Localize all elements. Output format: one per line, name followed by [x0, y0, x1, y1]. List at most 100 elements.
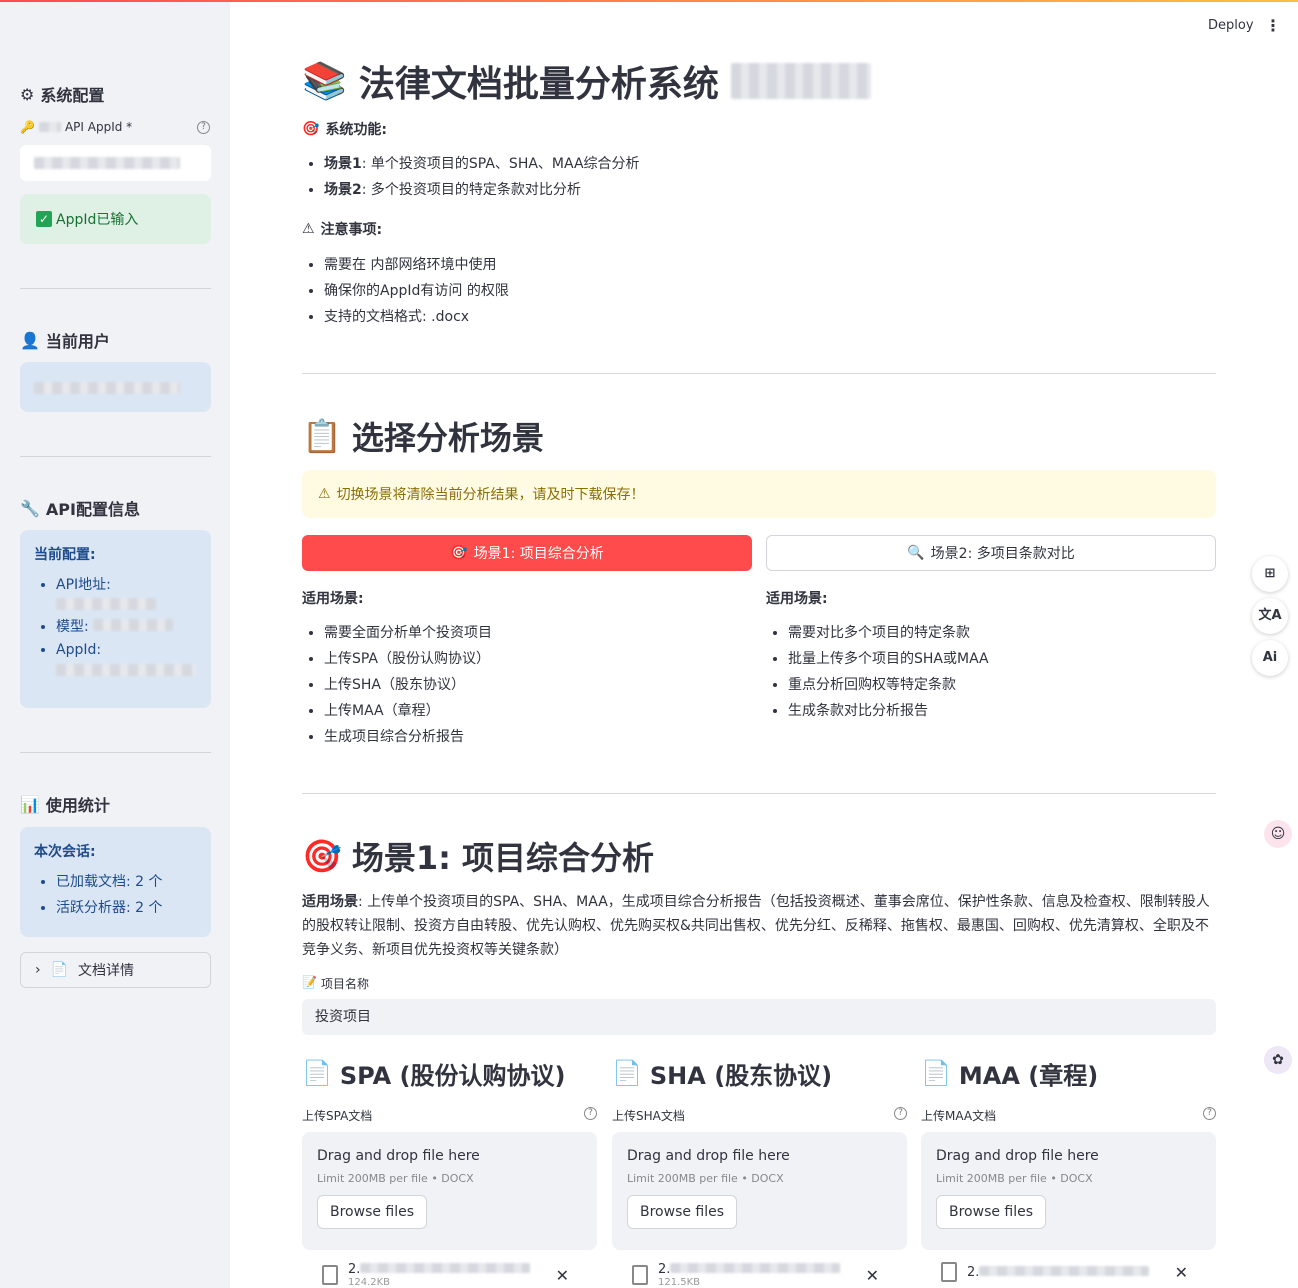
scenario1-description: 适用场景: 上传单个投资项目的SPA、SHA、MAA，生成项目综合分析报告（包括…	[302, 894, 1210, 958]
dropzone-limit: Limit 200MB per file • DOCX	[317, 1172, 474, 1185]
current-user-heading: 👤 当前用户	[20, 330, 110, 352]
target-icon: 🎯	[450, 545, 468, 561]
scenario1-applicable-heading: 适用场景:	[302, 591, 364, 607]
file-name: 2.	[658, 1262, 841, 1277]
scenario2-applicable-heading: 适用场景:	[766, 591, 828, 607]
ai-tool-button[interactable]: Ai	[1252, 640, 1288, 676]
uploaded-file-row: 2. 124.2KB ✕	[302, 1262, 597, 1288]
maa-upload-label: 上传MAA文档?	[921, 1107, 1216, 1124]
file-size: 124.2KB	[348, 1277, 391, 1288]
memo-icon: 📝	[302, 975, 317, 989]
warning-icon: ⚠	[318, 486, 331, 502]
usage-stats-box: 本次会话: 已加载文档: 2 个 活跃分析器: 2 个	[20, 827, 211, 937]
notes-list: 需要在 内部网络环境中使用 确保你的AppId有访问 的权限 支持的文档格式: …	[302, 252, 509, 330]
scenario1-button[interactable]: 🎯 场景1: 项目综合分析	[302, 535, 752, 571]
translate-tool-button[interactable]: 文A	[1252, 598, 1288, 634]
sidebar-divider	[20, 456, 211, 457]
api-info-item: API地址:	[56, 574, 197, 610]
help-icon[interactable]: ?	[197, 121, 210, 134]
document-icon: 📄	[302, 1059, 332, 1087]
system-config-heading: ⚙ 系统配置	[20, 84, 105, 106]
scenario2-applicable-list: 需要对比多个项目的特定条款 批量上传多个项目的SHA或MAA 重点分析回购权等特…	[766, 620, 989, 724]
section-divider	[302, 373, 1216, 374]
doc-details-expander[interactable]: › 📄 文档详情	[20, 952, 211, 988]
sha-dropzone[interactable]: Drag and drop file here Limit 200MB per …	[612, 1132, 907, 1250]
scenario2-button[interactable]: 🔍 场景2: 多项目条款对比	[766, 535, 1216, 571]
session-item: 已加载文档: 2 个	[56, 871, 197, 891]
usage-stats-heading: 📊 使用统计	[20, 794, 110, 816]
list-item: 场景2: 多个投资项目的特定条款对比分析	[324, 177, 640, 203]
browse-files-button[interactable]: Browse files	[317, 1195, 428, 1229]
spa-dropzone[interactable]: Drag and drop file here Limit 200MB per …	[302, 1132, 597, 1250]
document-icon: 📄	[612, 1059, 642, 1087]
file-name: 2.	[967, 1265, 1150, 1280]
check-icon: ✓	[36, 211, 52, 227]
magnifier-icon: 🔍	[907, 545, 925, 561]
uploaded-file-row: 2. 121.5KB ✕	[612, 1262, 907, 1288]
notes-heading: ⚠ 注意事项:	[302, 221, 383, 238]
sha-heading: 📄 SHA (股东协议)	[612, 1059, 833, 1090]
help-icon[interactable]: ?	[894, 1107, 907, 1120]
redacted-title-suffix	[730, 63, 871, 99]
api-appid-input[interactable]	[20, 145, 211, 181]
document-icon: 📄	[50, 962, 69, 978]
project-name-label: 📝 项目名称	[302, 975, 369, 991]
list-item: 生成项目综合分析报告	[324, 724, 492, 750]
scenario1-applicable-list: 需要全面分析单个投资项目 上传SPA（股份认购协议） 上传SHA（股东协议） 上…	[302, 620, 492, 750]
help-icon[interactable]: ?	[1203, 1107, 1216, 1120]
list-item: 需要在 内部网络环境中使用	[324, 252, 509, 278]
list-item: 批量上传多个项目的SHA或MAA	[788, 646, 989, 672]
gear-icon: ⚙	[20, 84, 35, 104]
sha-upload-column: 📄 SHA (股东协议) 上传SHA文档? Drag and drop file …	[612, 1055, 907, 1288]
assistant-avatar-icon[interactable]: ☺	[1264, 820, 1292, 848]
file-icon	[632, 1265, 648, 1285]
api-info-box: 当前配置: API地址: 模型: AppId:	[20, 530, 211, 708]
list-item: 重点分析回购权等特定条款	[788, 672, 989, 698]
key-icon: 🔑	[20, 120, 35, 134]
main-menu-icon[interactable]: ⋮	[1265, 16, 1281, 35]
list-item: 上传SPA（股份认购协议）	[324, 646, 492, 672]
dropzone-limit: Limit 200MB per file • DOCX	[627, 1172, 784, 1185]
sidebar-divider	[20, 288, 211, 289]
user-icon: 👤	[20, 330, 40, 350]
maa-dropzone[interactable]: Drag and drop file here Limit 200MB per …	[921, 1132, 1216, 1250]
session-item: 活跃分析器: 2 个	[56, 897, 197, 917]
masked-appid	[34, 157, 180, 169]
target-icon: 🎯	[302, 837, 342, 875]
sha-upload-label: 上传SHA文档?	[612, 1107, 907, 1124]
list-item: 支持的文档格式: .docx	[324, 304, 509, 330]
browse-files-button[interactable]: Browse files	[627, 1195, 738, 1229]
deploy-button[interactable]: Deploy	[1208, 18, 1254, 33]
warning-icon: ⚠	[302, 221, 315, 237]
section-divider	[302, 793, 1216, 794]
redacted-text	[38, 122, 61, 132]
wrench-icon: 🔧	[20, 498, 40, 518]
dropzone-title: Drag and drop file here	[317, 1148, 480, 1164]
remove-file-icon[interactable]: ✕	[1175, 1263, 1188, 1282]
dropzone-title: Drag and drop file here	[936, 1148, 1099, 1164]
list-item: 上传SHA（股东协议）	[324, 672, 492, 698]
file-icon	[322, 1265, 338, 1285]
api-info-subheading: 当前配置:	[34, 547, 96, 563]
project-name-input[interactable]: 投资项目	[302, 999, 1216, 1035]
uploaded-file-row: 2. ✕	[921, 1262, 1216, 1282]
remove-file-icon[interactable]: ✕	[556, 1266, 569, 1285]
browse-files-button[interactable]: Browse files	[936, 1195, 1047, 1229]
help-icon[interactable]: ?	[584, 1107, 597, 1120]
books-icon: 📚	[302, 61, 347, 102]
file-icon	[941, 1262, 957, 1282]
maa-upload-column: 📄 MAA (章程) 上传MAA文档? Drag and drop file he…	[921, 1055, 1216, 1282]
chevron-right-icon: ›	[35, 962, 41, 978]
spa-upload-column: 📄 SPA (股份认购协议) 上传SPA文档? Drag and drop fil…	[302, 1055, 597, 1288]
dropzone-title: Drag and drop file here	[627, 1148, 790, 1164]
remove-file-icon[interactable]: ✕	[866, 1266, 879, 1285]
brain-icon[interactable]: ✿	[1264, 1046, 1292, 1074]
features-heading: 🎯 系统功能:	[302, 121, 388, 138]
api-info-item: 模型:	[56, 616, 197, 636]
file-size: 121.5KB	[658, 1277, 701, 1288]
list-item: 确保你的AppId有访问 的权限	[324, 278, 509, 304]
features-list: 场景1: 单个投资项目的SPA、SHA、MAA综合分析 场景2: 多个投资项目的…	[302, 151, 640, 203]
list-item: 生成条款对比分析报告	[788, 698, 989, 724]
list-item: 需要对比多个项目的特定条款	[788, 620, 989, 646]
screenshot-tool-button[interactable]: ⊞	[1252, 556, 1288, 592]
